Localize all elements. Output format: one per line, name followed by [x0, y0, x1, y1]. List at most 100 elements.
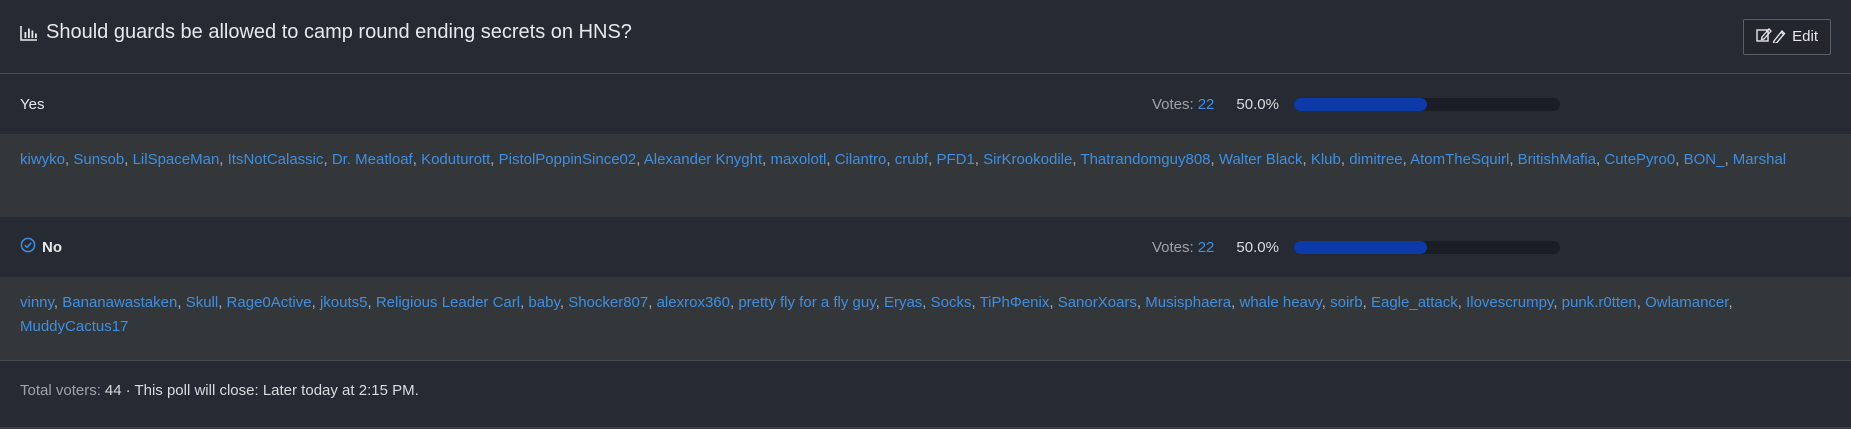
voter-link[interactable]: AtomTheSquirl	[1410, 151, 1509, 168]
voter-separator: ,	[1049, 294, 1058, 311]
voter-separator: ,	[412, 151, 422, 168]
voter-link[interactable]: Alexander Knyght	[644, 151, 762, 168]
voter-link[interactable]: Socks	[931, 294, 972, 311]
voter-link[interactable]: dimitree	[1349, 151, 1402, 168]
voter-link[interactable]: Rage0Active	[227, 294, 312, 311]
voter-separator: ,	[648, 294, 657, 311]
option-stats: Votes: 22 50.0%	[1152, 217, 1561, 277]
voter-separator: ,	[311, 294, 320, 311]
vote-bar	[1294, 240, 1561, 254]
voter-link[interactable]: SanorXoars	[1058, 294, 1137, 311]
vote-percent: 50.0%	[1236, 238, 1279, 256]
voter-separator: ,	[1509, 151, 1518, 168]
voter-separator: ,	[490, 151, 499, 168]
voter-link[interactable]: Eryas	[884, 294, 922, 311]
voter-separator: ,	[1728, 294, 1733, 311]
voter-link[interactable]: whale heavy	[1240, 294, 1322, 311]
voter-link[interactable]: SirKrookodile	[983, 151, 1072, 168]
voter-link[interactable]: jkouts5	[320, 294, 368, 311]
poll-title-wrap: Should guards be allowed to camp round e…	[20, 21, 632, 44]
voter-separator: ,	[124, 151, 133, 168]
voter-separator: ,	[367, 294, 376, 311]
vote-bar-fill	[1294, 97, 1428, 111]
option-label-wrap: No	[20, 237, 62, 257]
voter-separator: ,	[1231, 294, 1240, 311]
voter-link[interactable]: pretty fly for a fly guy	[738, 294, 875, 311]
check-circle-icon	[20, 237, 36, 257]
votes-count[interactable]: 22	[1198, 239, 1215, 256]
voter-separator: ,	[762, 151, 771, 168]
edit-button-label: Edit	[1792, 28, 1818, 45]
voter-link[interactable]: punk.r0tten	[1562, 294, 1637, 311]
voter-link[interactable]: TiPhΦenix	[980, 294, 1050, 311]
poll-footer: Total voters: 44 · This poll will close:…	[0, 360, 1851, 420]
voter-link[interactable]: kiwyko	[20, 151, 65, 168]
voters-list-yes: kiwyko, Sunsob, LilSpaceMan, ItsNotCalas…	[0, 134, 1851, 217]
poll-title: Should guards be allowed to camp round e…	[46, 21, 632, 43]
voter-link[interactable]: maxolotl	[771, 151, 827, 168]
voter-link[interactable]: Klub	[1311, 151, 1341, 168]
voter-link[interactable]: Koduturott	[421, 151, 490, 168]
voter-link[interactable]: Eagle_attack	[1371, 294, 1458, 311]
voter-link[interactable]: Shocker807	[568, 294, 648, 311]
voter-separator: ,	[1636, 294, 1646, 311]
voters-list-no: vinny, Bananawastaken, Skull, Rage0Activ…	[0, 277, 1851, 360]
voter-link[interactable]: Dr. Meatloaf	[332, 151, 413, 168]
voter-link[interactable]: Skull	[186, 294, 219, 311]
votes-count[interactable]: 22	[1198, 96, 1215, 113]
voter-link[interactable]: PistolPoppinSince02	[499, 151, 637, 168]
voter-separator: ,	[1402, 151, 1411, 168]
voter-separator: ,	[1340, 151, 1350, 168]
vote-bar	[1294, 97, 1561, 111]
voter-link[interactable]: Marshal	[1733, 151, 1786, 168]
voter-separator: ,	[1362, 294, 1371, 311]
voter-separator: ,	[1724, 151, 1733, 168]
voter-link[interactable]: Cilantro	[835, 151, 887, 168]
voter-separator: ,	[1321, 294, 1331, 311]
voter-link[interactable]: vinny	[20, 294, 54, 311]
voter-separator: ,	[636, 151, 644, 168]
voter-link[interactable]: ItsNotCalassic	[228, 151, 324, 168]
voter-separator: ,	[974, 151, 984, 168]
voter-separator: ,	[826, 151, 835, 168]
voter-separator: ,	[53, 294, 63, 311]
poll-option-no: No Votes: 22 50.0%	[0, 217, 1851, 277]
poll-block: Should guards be allowed to camp round e…	[0, 0, 1851, 429]
voter-link[interactable]: BritishMafia	[1518, 151, 1596, 168]
edit-button[interactable]: Edit	[1743, 18, 1831, 55]
votes-label: Votes:	[1152, 95, 1194, 113]
voter-link[interactable]: Ilovescrumpy	[1466, 294, 1553, 311]
voter-link[interactable]: Sunsob	[73, 151, 124, 168]
voter-separator: ,	[1302, 151, 1311, 168]
voter-separator: ,	[886, 151, 895, 168]
voter-link[interactable]: MuddyCactus17	[20, 318, 128, 335]
voter-link[interactable]: Owlamancer	[1645, 294, 1728, 311]
vote-percent: 50.0%	[1236, 95, 1279, 113]
voter-link[interactable]: PFD1	[936, 151, 974, 168]
voter-separator: ,	[971, 294, 980, 311]
voter-link[interactable]: crubf	[895, 151, 928, 168]
voter-link[interactable]: BON_	[1684, 151, 1725, 168]
voter-link[interactable]: soirb	[1330, 294, 1363, 311]
option-label: No	[42, 238, 62, 256]
voter-link[interactable]: alexrox360	[657, 294, 730, 311]
voter-separator: ,	[219, 151, 228, 168]
voter-separator: ,	[1210, 151, 1219, 168]
voter-link[interactable]: LilSpaceMan	[133, 151, 220, 168]
voter-separator: ,	[1675, 151, 1684, 168]
voter-link[interactable]: CutePyro0	[1604, 151, 1675, 168]
voter-separator: ,	[177, 294, 186, 311]
voter-link[interactable]: Musisphaera	[1145, 294, 1231, 311]
voter-link[interactable]: Religious Leader Carl	[376, 294, 520, 311]
voter-separator: ,	[922, 294, 931, 311]
voter-separator: ,	[1457, 294, 1467, 311]
voter-separator: ,	[559, 294, 569, 311]
total-voters-label: Total voters:	[20, 382, 101, 399]
voter-link[interactable]: baby	[528, 294, 559, 311]
voter-link[interactable]: Walter Black	[1219, 151, 1303, 168]
voter-link[interactable]: Thatrandomguy808	[1080, 151, 1210, 168]
voter-link[interactable]: Bananawastaken	[62, 294, 177, 311]
voter-separator: ,	[1136, 294, 1146, 311]
votes-label: Votes:	[1152, 238, 1194, 256]
edit-icon	[1756, 27, 1786, 47]
